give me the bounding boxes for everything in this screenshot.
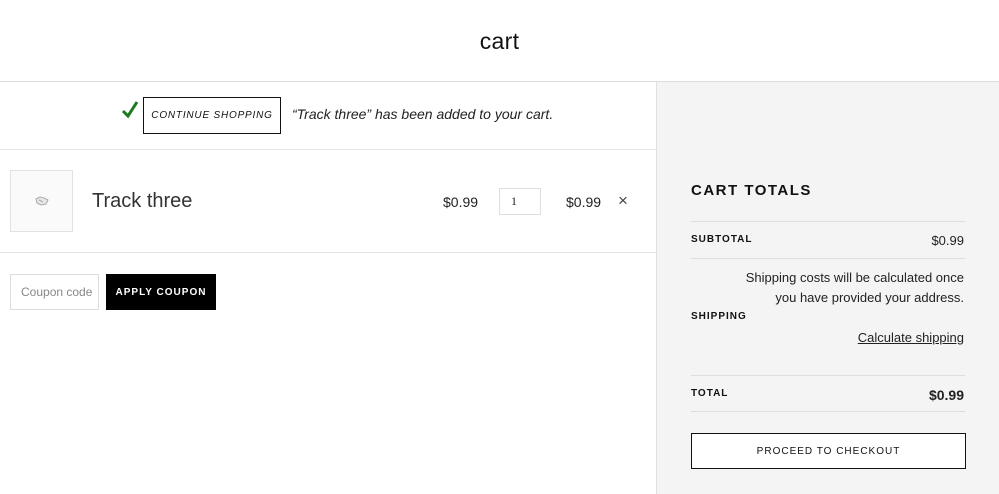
proceed-to-checkout-button[interactable]: Proceed to checkout	[691, 433, 966, 469]
total-label: Total	[691, 388, 729, 399]
notice-message: “Track three” has been added to your car…	[292, 106, 554, 122]
coupon-code-input[interactable]	[10, 274, 99, 310]
page-title: cart	[479, 28, 520, 54]
product-name-link[interactable]: Track three	[92, 190, 192, 213]
quantity-input[interactable]	[499, 188, 541, 215]
shipping-label: Shipping	[691, 311, 747, 322]
product-thumbnail[interactable]	[10, 170, 73, 232]
product-price: $0.99	[443, 194, 479, 210]
divider	[691, 221, 965, 222]
total-value: $0.99	[928, 387, 964, 403]
cart-item-row: Track three $0.99 $0.99 ×	[0, 150, 656, 253]
divider	[691, 375, 965, 376]
divider	[691, 411, 965, 412]
shipping-note: Shipping costs will be calculated once y…	[745, 270, 964, 305]
subtotal-value: $0.99	[931, 233, 964, 248]
divider	[691, 258, 965, 259]
cart-totals-panel: Cart totals Subtotal $0.99 Shipping cost…	[656, 82, 999, 494]
cart-totals-title: Cart totals	[691, 182, 812, 199]
calculate-shipping-link[interactable]: Calculate shipping	[858, 330, 964, 345]
cart-main: Continue Shopping “Track three” has been…	[0, 82, 656, 494]
check-icon	[121, 101, 139, 119]
placeholder-image-icon	[35, 196, 49, 206]
apply-coupon-button[interactable]: Apply coupon	[106, 274, 216, 310]
page-header: cart	[0, 0, 999, 82]
line-subtotal: $0.99	[566, 194, 602, 210]
close-icon[interactable]: ×	[615, 192, 631, 209]
added-to-cart-notice: Continue Shopping “Track three” has been…	[0, 82, 656, 150]
continue-shopping-button[interactable]: Continue Shopping	[143, 97, 281, 134]
subtotal-label: Subtotal	[691, 234, 753, 245]
